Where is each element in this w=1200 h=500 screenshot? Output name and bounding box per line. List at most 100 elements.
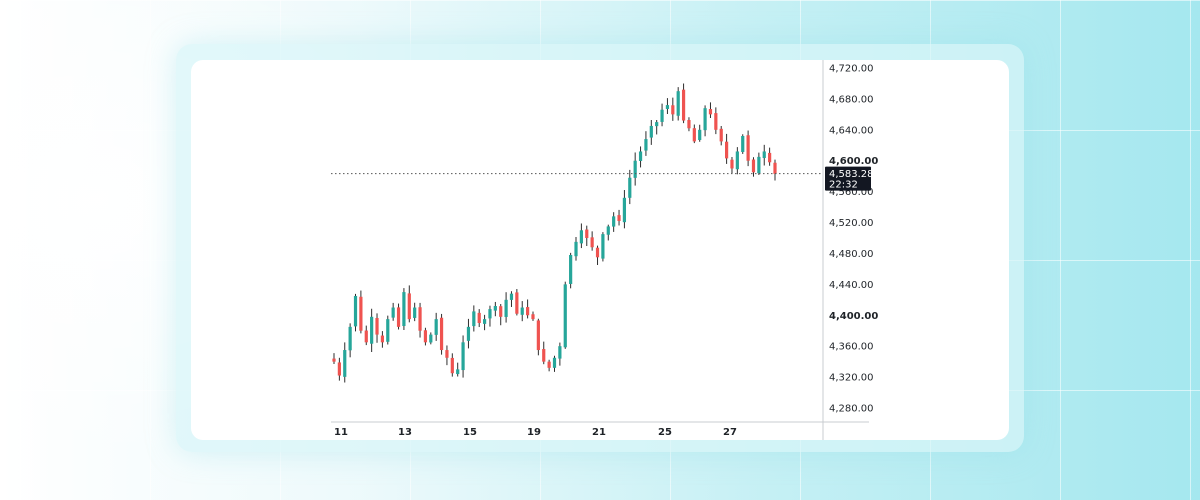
candle-down [768,152,772,163]
candle-up [353,295,358,327]
candle-up [644,139,648,151]
candle-up [698,129,702,140]
candle-up [558,346,562,359]
price-tick-label: 4,640.00 [829,125,874,136]
candle-down [708,109,713,115]
candle-down [337,362,341,376]
candle-up [735,151,739,170]
candle-up [343,350,347,377]
candle-down [439,317,444,351]
candle-up [386,319,390,342]
candle-down [499,306,503,317]
candle-down [332,358,336,362]
candle-up [413,307,417,318]
price-tick-label: 4,440.00 [829,280,874,291]
candle-down [773,162,777,174]
candle-down [730,159,734,169]
candle-down [418,307,422,331]
candle-up [552,357,557,368]
candle-up [579,230,583,244]
candle-up [655,122,659,127]
candle-down [515,292,519,314]
candle-up [660,109,664,122]
candle-up [456,369,460,375]
price-tick-label: 4,280.00 [829,404,874,415]
price-tick-label: 4,720.00 [829,64,874,75]
price-tick-label: 4,520.00 [829,218,874,229]
candle-down [719,128,723,142]
candle-down [671,105,675,115]
candle-down [687,119,691,129]
candle-up [612,216,616,227]
candle-up [472,311,476,327]
chart-card: 4,720.00 4,680.00 4,640.00 4,600.00 4,560.00… [191,60,1009,440]
candle-up [488,309,492,319]
time-tick-label: 11 [334,427,348,438]
candle-down [380,335,385,343]
candle-down [585,229,589,238]
candle-up [574,241,578,257]
candle-down [536,320,540,351]
candle-up [649,125,653,138]
time-tick-label: 21 [592,427,606,438]
candle-down [746,135,750,161]
candle-down [423,330,428,343]
candle-up [757,156,761,174]
candle-down [477,312,481,323]
candle-up [482,319,487,324]
candle-up [429,334,433,343]
candle-down [526,307,530,316]
candle-down [531,314,535,320]
time-tick-label: 15 [463,427,477,438]
candle-up [569,255,573,284]
candle-down [595,247,600,258]
price-tick-label: 4,680.00 [829,94,874,105]
candle-down [445,350,449,358]
candle-down [714,113,718,130]
candle-up [606,226,610,235]
candle-up [628,177,632,198]
candle-up [493,306,497,311]
candle-up [509,293,514,300]
candle-up [676,91,680,116]
candle-down [542,349,546,362]
time-tick-label: 25 [658,427,672,438]
candle-up [402,292,406,327]
candle-up [622,197,627,223]
candle-down [692,128,696,142]
price-tick-label: 4,600.00 [829,156,878,167]
candle-up [504,299,508,317]
candle-down [590,237,594,248]
candle-up [665,105,670,109]
candle-down [617,215,621,221]
candle-down [396,307,401,327]
candle-up [563,284,567,348]
price-tick-label: 4,400.00 [829,311,878,322]
current-price-label: 4,583.28 [829,169,874,180]
candle-down [359,296,363,331]
candle-up [391,307,395,318]
candle-up [741,136,745,152]
time-tick-label: 27 [723,427,737,438]
candle-down [724,141,729,159]
time-tick-label: 19 [527,427,541,438]
candle-down [681,89,686,121]
candle-up [434,319,438,335]
candle-up [461,342,465,371]
candle-down [364,330,368,343]
candle-up [348,326,352,351]
candle-up [520,307,524,315]
countdown-label: 22:32 [829,180,858,191]
candle-up [703,108,707,131]
candle-up [370,316,374,344]
candle-up [601,234,605,259]
candlestick-chart[interactable]: 4,720.004,680.004,640.004,600.004,560.00… [191,60,1009,440]
candle-up [638,151,643,161]
time-tick-label: 13 [398,427,412,438]
price-tick-label: 4,360.00 [829,342,874,353]
price-tick-label: 4,480.00 [829,249,874,260]
price-tick-label: 4,320.00 [829,373,874,384]
candle-down [375,317,379,335]
candle-up [762,151,766,159]
candle-down [450,357,454,374]
